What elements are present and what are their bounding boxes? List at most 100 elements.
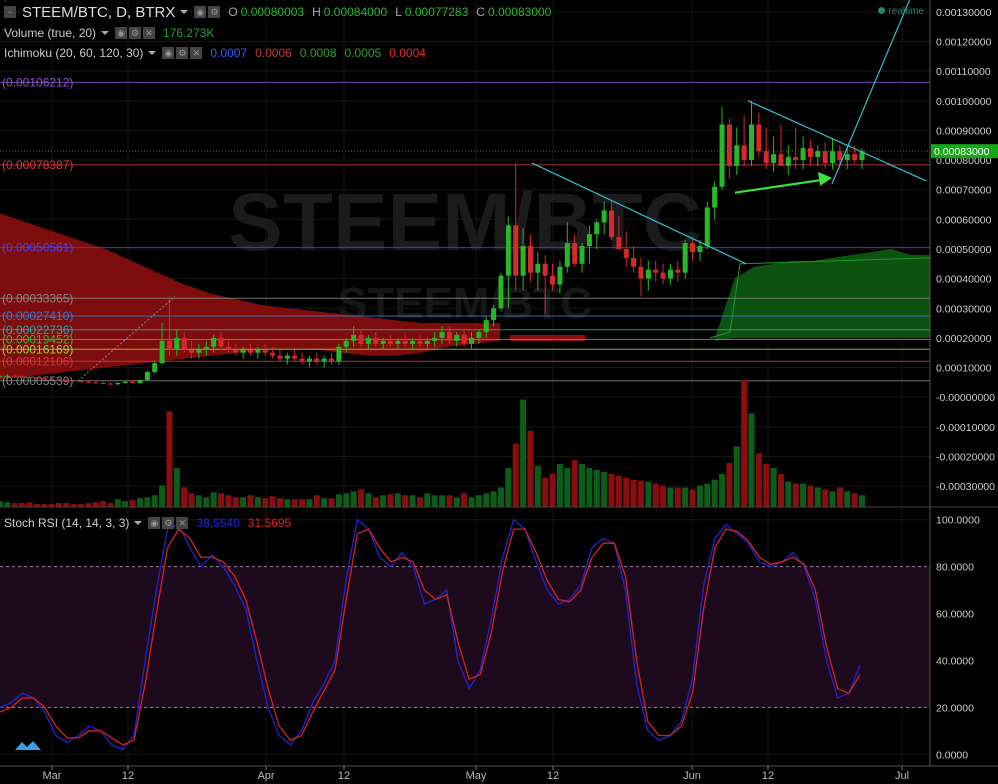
close-value: 0.00083000: [487, 5, 552, 19]
candle-body: [137, 379, 143, 383]
eye-icon[interactable]: ◉: [162, 47, 175, 59]
volume-bar: [579, 464, 586, 507]
volume-bar: [689, 489, 696, 507]
time-tick-label: Jul: [895, 770, 909, 782]
close-icon[interactable]: ✕: [176, 517, 189, 529]
candle-body: [373, 337, 379, 344]
tradingview-logo-icon[interactable]: [14, 738, 42, 752]
volume-bar: [159, 485, 166, 507]
volume-bar: [623, 477, 630, 507]
candle-body: [108, 383, 114, 385]
candle-body: [837, 151, 843, 161]
volume-bar: [151, 495, 158, 507]
volume-bar: [100, 501, 107, 507]
volume-bar: [247, 495, 254, 507]
volume-bar: [667, 487, 674, 507]
gear-icon[interactable]: ⚙: [176, 47, 189, 59]
eye-icon[interactable]: ◉: [148, 517, 161, 529]
volume-bar: [321, 498, 328, 507]
candle-body: [218, 337, 224, 347]
volume-bar: [475, 495, 482, 507]
candle-body: [631, 257, 637, 267]
volume-label[interactable]: Volume (true, 20): [4, 26, 96, 40]
candle-body: [476, 331, 482, 338]
symbol-title[interactable]: STEEM/BTC, D, BTRX: [22, 4, 175, 21]
candle-body: [623, 248, 629, 258]
candle-body: [284, 355, 290, 359]
stoch-label[interactable]: Stoch RSI (14, 14, 3, 3): [4, 516, 129, 530]
chevron-down-icon[interactable]: [101, 31, 110, 35]
eye-icon[interactable]: ◉: [115, 27, 128, 39]
volume-bar: [365, 493, 372, 507]
eye-icon[interactable]: ◉: [194, 6, 207, 18]
volume-bar: [380, 495, 387, 507]
chart-canvas[interactable]: STEEM/BTC STEEM/BTC (0.00136083) (0.00106…: [0, 0, 998, 784]
candle-body: [675, 269, 681, 273]
candle-body: [306, 358, 312, 362]
close-label: C: [476, 5, 485, 19]
close-icon[interactable]: ✕: [143, 27, 156, 39]
volume-bar: [461, 493, 468, 507]
candle-body: [682, 243, 688, 273]
stoch-tick-label: 80.0000: [936, 562, 974, 574]
volume-bar: [726, 463, 733, 507]
gear-icon[interactable]: ⚙: [208, 6, 221, 18]
candle-body: [594, 222, 600, 235]
candle-body: [830, 151, 836, 164]
volume-bar: [696, 485, 703, 507]
price-axis[interactable]: 0.00130000 0.00120000 0.00110000 0.00100000…: [929, 0, 998, 766]
volume-bar: [520, 399, 527, 507]
realtime-label: realtime: [888, 6, 924, 17]
candle-body: [211, 337, 217, 347]
chevron-down-icon[interactable]: [180, 10, 189, 14]
gear-icon[interactable]: ⚙: [162, 517, 175, 529]
volume-bar: [792, 483, 799, 507]
time-tick-label: Apr: [257, 770, 274, 782]
collapse-icon[interactable]: −: [4, 6, 16, 18]
stoch-tick-label: 20.0000: [936, 702, 974, 714]
candle-body: [785, 157, 791, 166]
candle-body: [78, 381, 84, 383]
close-icon[interactable]: ✕: [190, 47, 203, 59]
candle-body: [704, 207, 710, 247]
candle-body: [572, 243, 578, 264]
volume-bar: [299, 499, 306, 507]
candle-body: [667, 269, 673, 279]
candle-body: [358, 334, 364, 344]
candle-body: [800, 148, 806, 161]
candle-body: [115, 382, 121, 385]
candle-body: [262, 349, 268, 353]
gear-icon[interactable]: ⚙: [129, 27, 142, 39]
stoch-tick-label: 40.0000: [936, 655, 974, 667]
volume-bar: [733, 446, 740, 507]
candle-body: [56, 379, 62, 381]
candle-body: [852, 154, 858, 161]
candle-body: [491, 308, 497, 321]
candle-body: [807, 148, 813, 158]
volume-bar: [586, 467, 593, 507]
candle-body: [410, 340, 416, 344]
price-tick-label: 0.00010000: [936, 363, 992, 375]
volume-bar: [424, 493, 431, 507]
candle-body: [343, 340, 349, 347]
volume-bar: [394, 493, 401, 507]
volume-bar: [122, 501, 129, 507]
ichimoku-value-3: 0.0008: [299, 46, 337, 60]
volume-bar: [741, 380, 748, 507]
ichimoku-label[interactable]: Ichimoku (20, 60, 120, 30): [4, 46, 143, 60]
price-tick-label: -0.00000000: [936, 392, 995, 404]
time-tick-label: 12: [762, 770, 774, 782]
volume-bar: [402, 495, 409, 507]
cloud-red-tail: [510, 334, 585, 341]
time-tick-label: May: [466, 770, 487, 782]
volume-bar: [26, 502, 33, 507]
volume-bar: [859, 495, 865, 507]
fib-label: (0.00050561): [2, 240, 73, 254]
time-axis[interactable]: Mar 12 Apr 12 May 12 Jun 12 Jul: [0, 765, 998, 782]
chevron-down-icon[interactable]: [134, 521, 143, 525]
volume-bar: [4, 502, 11, 507]
candle-body: [815, 151, 821, 158]
volume-bar: [262, 498, 269, 507]
chevron-down-icon[interactable]: [148, 51, 157, 55]
volume-bar: [188, 493, 195, 507]
